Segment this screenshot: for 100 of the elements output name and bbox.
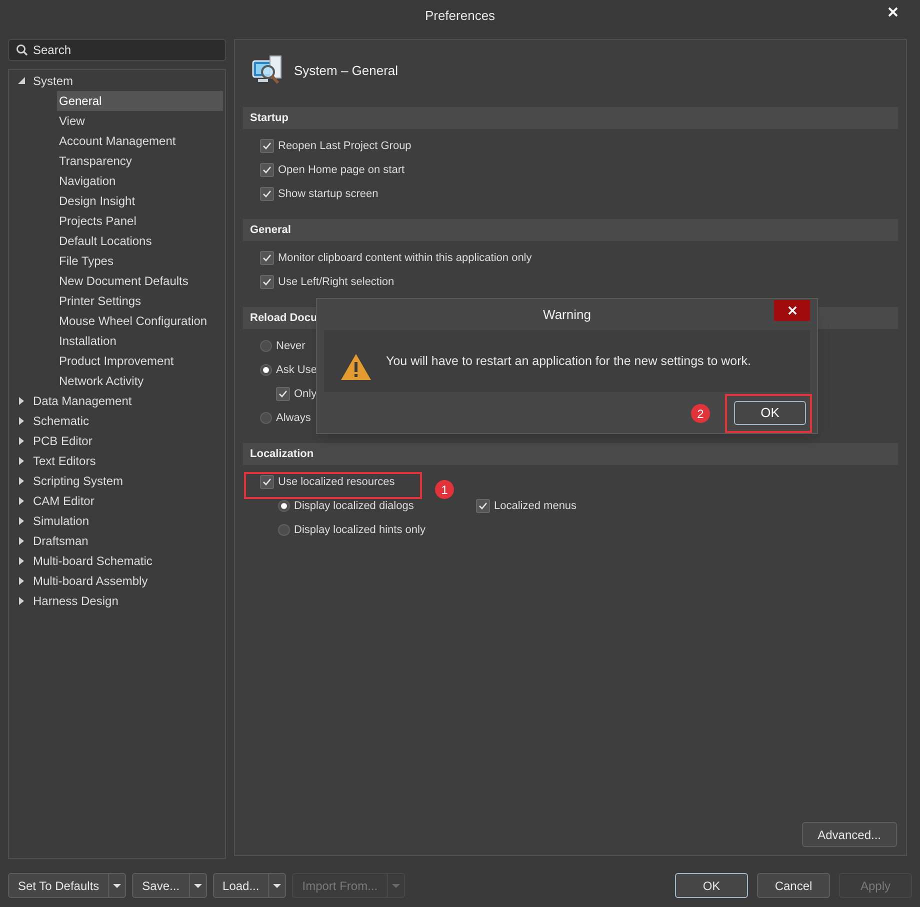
checkbox[interactable] [260,251,274,265]
tree-item[interactable]: Design Insight [57,191,223,211]
tree-item[interactable]: Scripting System [31,472,124,490]
tree-item[interactable]: Multi-board Schematic [31,552,152,570]
collapsed-arrow-icon[interactable] [17,596,26,606]
radio-button[interactable] [278,500,290,512]
tree-item[interactable]: System [31,72,74,90]
tree-item[interactable]: Installation [57,331,223,351]
tree-item[interactable]: Transparency [57,151,223,171]
option-label: Only [294,386,317,402]
option-label: Use localized resources [278,474,395,490]
radio-button[interactable] [278,524,290,536]
tree-item[interactable]: New Document Defaults [57,271,223,291]
option-label: Display localized hints only [294,522,426,538]
tree-item[interactable]: General [57,91,223,111]
tree-item[interactable]: Account Management [57,131,223,151]
collapsed-arrow-icon[interactable] [17,476,26,486]
tree-item[interactable]: Default Locations [57,231,223,251]
warning-icon [340,353,372,381]
search-icon [16,44,28,56]
option-label: Never [276,338,306,354]
radio-button[interactable] [260,412,272,424]
option-label: Use Left/Right selection [278,274,394,290]
caret-icon [194,884,202,888]
tree-item[interactable]: Projects Panel [57,211,223,231]
checkbox[interactable] [276,387,290,401]
checkbox[interactable] [476,499,490,513]
check-icon [278,389,288,399]
footer-button[interactable]: Cancel [757,873,830,898]
tree-item[interactable]: Multi-board Assembly [31,572,148,590]
check-icon [262,165,272,175]
tree-item[interactable]: CAM Editor [31,492,94,510]
tree-item[interactable]: Printer Settings [57,291,223,311]
warning-message: You will have to restart an application for the new settings to work. [386,352,752,370]
tree-item[interactable]: Product Improvement [57,351,223,371]
tree-item[interactable]: PCB Editor [31,432,92,450]
tree-item[interactable]: Schematic [31,412,90,430]
option-label: Reopen Last Project Group [278,138,412,154]
dropdown-button[interactable]: Load... [212,873,286,898]
dropdown-button[interactable]: Save... [132,873,207,898]
advanced-button[interactable]: Advanced... [802,822,897,847]
section-header: General [243,219,898,241]
page-title: System – General [294,62,398,80]
check-icon [262,477,272,487]
check-icon [262,277,272,287]
tree-item[interactable]: Mouse Wheel Configuration [57,311,223,331]
close-button[interactable] [774,300,810,321]
caret-icon [392,884,400,888]
dropdown-button[interactable]: Set To Defaults [8,873,126,898]
caret-icon [273,884,282,888]
option-label: Show startup screen [278,186,378,202]
tree-item[interactable]: Network Activity [57,371,223,391]
apply-button: Apply [839,873,912,898]
collapsed-arrow-icon[interactable] [17,576,26,586]
checkbox[interactable] [260,187,274,201]
radio-button[interactable] [260,340,272,352]
option-label: Open Home page on start [278,162,405,178]
check-icon [262,253,272,263]
option-label: Always [276,410,311,426]
check-icon [262,189,272,199]
checkbox[interactable] [260,475,274,489]
option-label: Ask Use [276,362,317,378]
collapsed-arrow-icon[interactable] [17,396,26,406]
ok-button[interactable]: OK [734,400,806,424]
tree-item[interactable]: Data Management [31,392,132,410]
expanded-arrow-icon[interactable] [17,76,26,86]
section-header: Startup [243,107,898,129]
dialog-title: Warning [543,306,591,324]
tree-item[interactable]: File Types [57,251,223,271]
tree-item[interactable]: Harness Design [31,592,118,610]
checkbox[interactable] [260,139,274,153]
check-icon [478,501,488,511]
collapsed-arrow-icon[interactable] [17,456,26,466]
section-header: Localization [243,443,898,465]
tree-item[interactable]: Draftsman [31,532,88,550]
tree-item[interactable]: View [57,111,223,131]
tree-item[interactable]: Navigation [57,171,223,191]
radio-button[interactable] [260,364,272,376]
check-icon [262,141,272,151]
system-settings-icon [252,55,284,87]
caret-icon [113,884,122,888]
close-icon [788,306,796,315]
collapsed-arrow-icon[interactable] [17,536,26,546]
collapsed-arrow-icon[interactable] [17,436,26,446]
collapsed-arrow-icon[interactable] [17,556,26,566]
close-icon[interactable] [888,7,898,17]
search-field[interactable]: Search [8,39,226,61]
collapsed-arrow-icon[interactable] [17,416,26,426]
option-label: Localized menus [494,498,577,514]
checkbox[interactable] [260,163,274,177]
tree-item[interactable]: Simulation [31,512,90,530]
option-label: Monitor clipboard content within this application only [278,250,532,266]
tree-item[interactable]: Text Editors [31,452,96,470]
collapsed-arrow-icon[interactable] [17,496,26,506]
collapsed-arrow-icon[interactable] [17,516,26,526]
footer-button[interactable]: OK [675,873,748,898]
dropdown-button: Import From... [292,873,405,898]
checkbox[interactable] [260,275,274,289]
window-title: Preferences [424,7,496,26]
option-label: Display localized dialogs [294,498,414,514]
